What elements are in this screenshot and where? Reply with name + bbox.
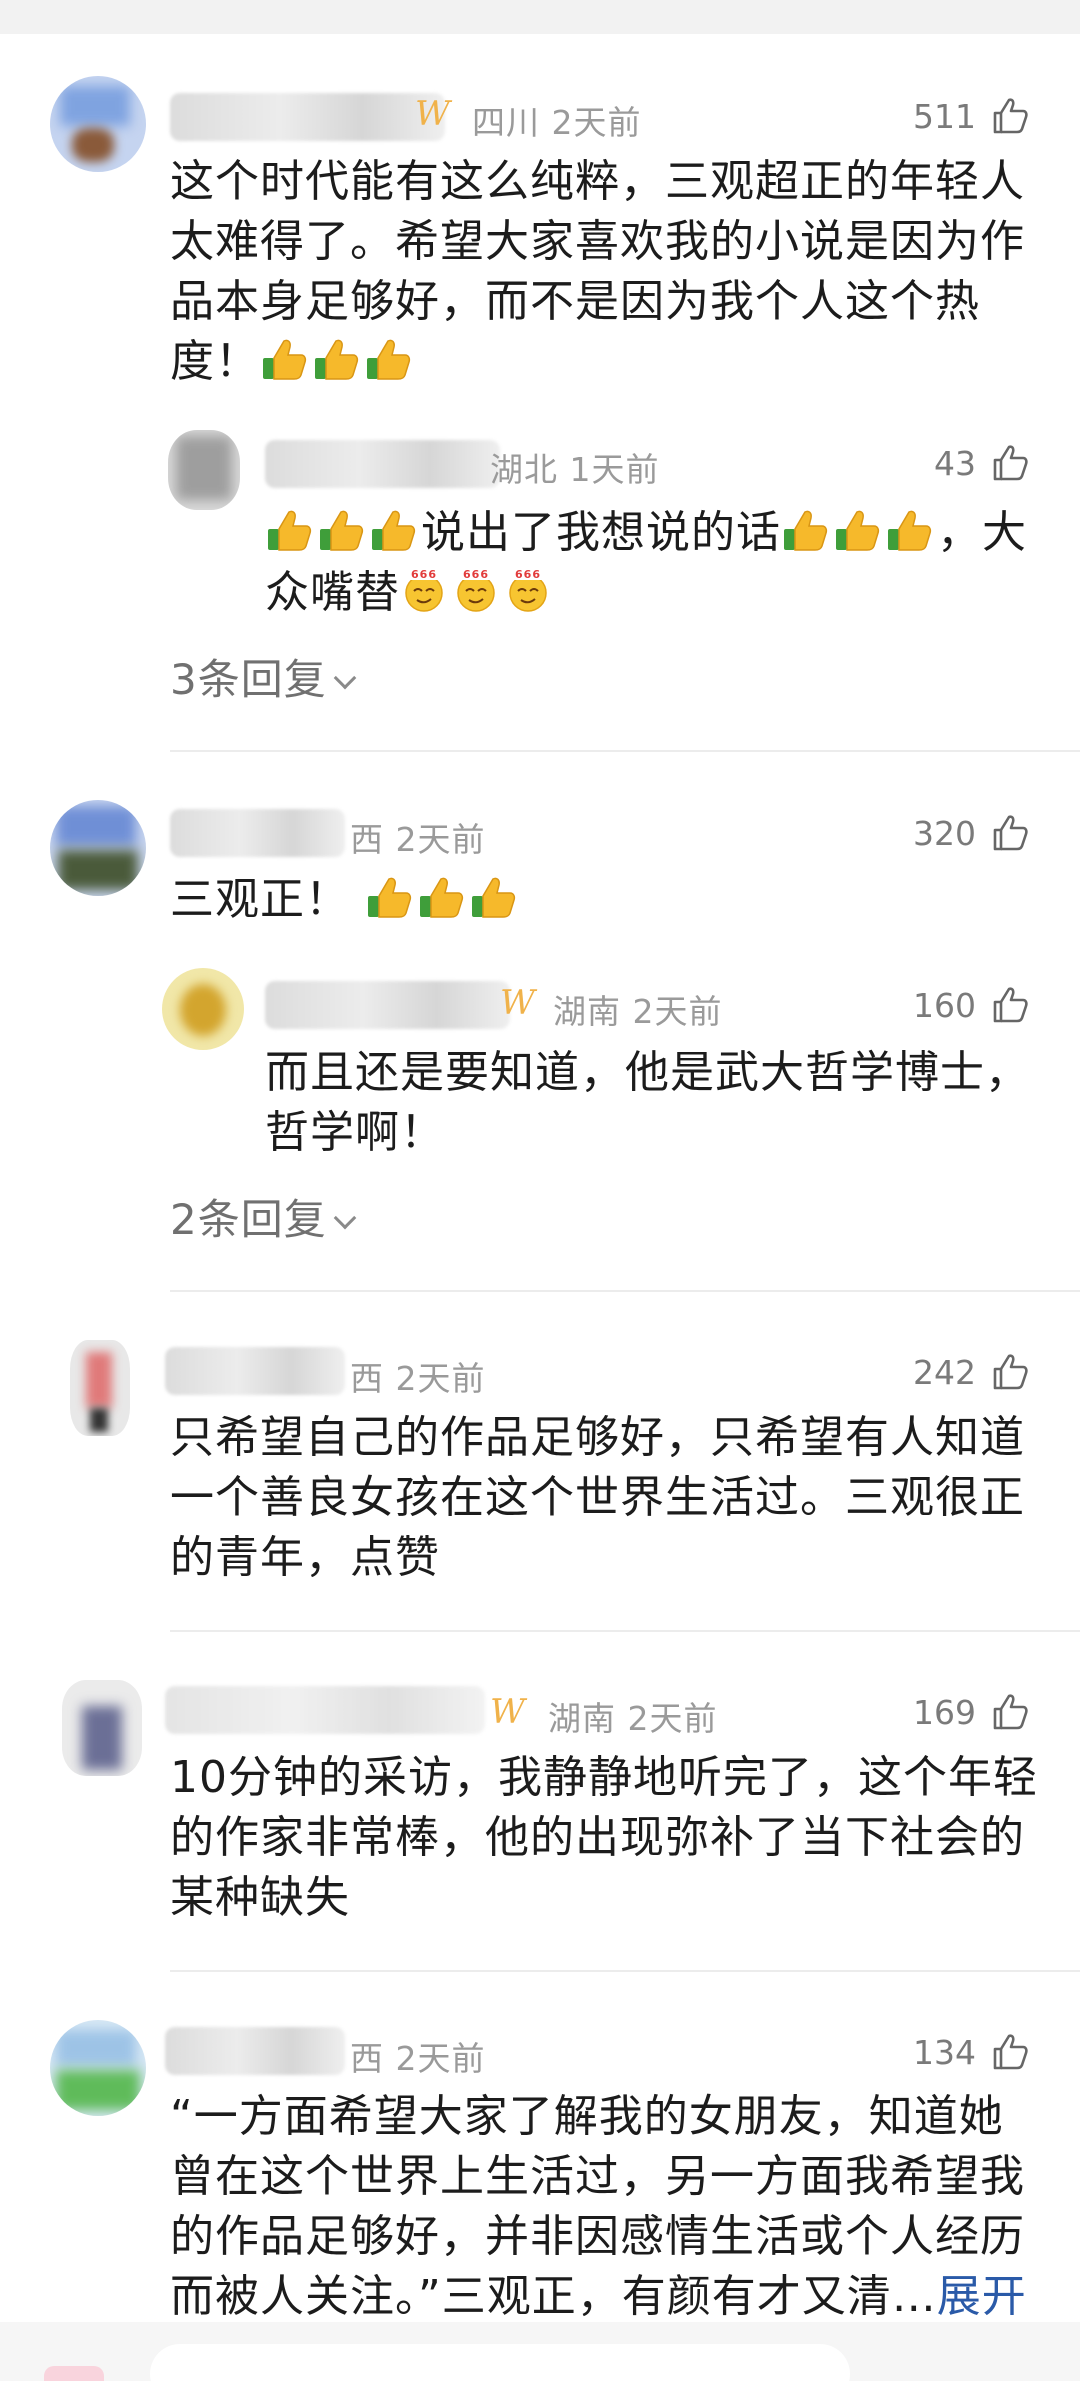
avatar[interactable] bbox=[50, 800, 146, 896]
top-strip bbox=[0, 0, 1080, 34]
thumbs-up-emoji bbox=[469, 874, 517, 920]
like-button[interactable]: 160 bbox=[913, 985, 1030, 1025]
666-emoji bbox=[504, 567, 552, 613]
thumbs-up-emoji bbox=[369, 507, 417, 553]
vip-badge-icon: W bbox=[500, 983, 535, 1023]
thumbs-up-emoji bbox=[885, 507, 933, 553]
thumbs-up-icon bbox=[990, 985, 1030, 1025]
reply-text: 而且还是要知道，他是武大哲学博士，哲学啊！ bbox=[265, 1047, 1030, 1158]
like-button[interactable]: 169 bbox=[913, 1692, 1030, 1732]
like-button[interactable]: 134 bbox=[913, 2032, 1030, 2072]
thumbs-up-icon bbox=[990, 1352, 1030, 1392]
username-blurred[interactable] bbox=[165, 1686, 485, 1734]
comment-meta: 西 2天前 bbox=[350, 820, 486, 859]
emoji-shortcut-icon[interactable] bbox=[44, 2366, 104, 2381]
like-count: 320 bbox=[913, 813, 976, 853]
comment-text: 这个时代能有这么纯粹，三观超正的年轻人太难得了。希望大家喜欢我的小说是因为作品本… bbox=[170, 156, 1025, 387]
comment-meta: 湖南 2天前 bbox=[548, 1699, 718, 1738]
comment-text: “一方面希望大家了解我的女朋友，知道她曾在这个世界上生活过，另一方面我希望我的作… bbox=[170, 2091, 1027, 2322]
view-replies-link[interactable]: 2条回复 bbox=[170, 1186, 357, 1247]
username-blurred[interactable] bbox=[165, 1347, 345, 1395]
username-blurred[interactable] bbox=[170, 93, 445, 141]
thumbs-up-icon bbox=[990, 443, 1030, 483]
avatar[interactable] bbox=[50, 2020, 146, 2116]
username-blurred[interactable] bbox=[265, 981, 510, 1029]
666-emoji bbox=[400, 567, 448, 613]
thumbs-up-icon bbox=[990, 813, 1030, 853]
divider bbox=[170, 1970, 1080, 1972]
like-count: 169 bbox=[913, 1692, 976, 1732]
like-button[interactable]: 320 bbox=[913, 813, 1030, 853]
thumbs-up-emoji bbox=[317, 507, 365, 553]
comment-input[interactable] bbox=[150, 2344, 850, 2381]
username-blurred[interactable] bbox=[165, 2027, 345, 2075]
comment-meta: 四川 2天前 bbox=[472, 103, 642, 142]
avatar[interactable] bbox=[62, 1680, 142, 1776]
comment-meta: 西 2天前 bbox=[350, 2039, 486, 2078]
expand-link[interactable]: 展开 bbox=[937, 2271, 1027, 2322]
username-blurred[interactable] bbox=[170, 809, 345, 857]
reply-meta: 湖南 2天前 bbox=[553, 992, 723, 1031]
bottom-input-bar bbox=[0, 2322, 1080, 2381]
like-button[interactable]: 242 bbox=[913, 1352, 1030, 1392]
divider bbox=[170, 1290, 1080, 1292]
avatar[interactable] bbox=[50, 76, 146, 172]
divider bbox=[170, 1630, 1080, 1632]
view-replies-link[interactable]: 3条回复 bbox=[170, 646, 357, 707]
vip-badge-icon: W bbox=[490, 1692, 525, 1732]
chevron-down-icon bbox=[333, 1206, 357, 1230]
like-button[interactable]: 511 bbox=[913, 96, 1030, 136]
thumbs-up-emoji bbox=[364, 336, 412, 382]
username-blurred[interactable] bbox=[265, 440, 500, 488]
comment-text: 只希望自己的作品足够好，只希望有人知道一个善良女孩在这个世界生活过。三观很正的青… bbox=[170, 1412, 1025, 1583]
666-emoji bbox=[452, 567, 500, 613]
like-button[interactable]: 43 bbox=[934, 443, 1030, 483]
thumbs-up-emoji bbox=[312, 336, 360, 382]
thumbs-up-emoji bbox=[265, 507, 313, 553]
comment-text: 三观正！ bbox=[170, 870, 1040, 930]
thumbs-up-emoji bbox=[260, 336, 308, 382]
thumbs-up-emoji bbox=[833, 507, 881, 553]
vip-badge-icon: W bbox=[415, 94, 450, 134]
like-count: 134 bbox=[913, 2032, 976, 2072]
avatar[interactable] bbox=[162, 968, 244, 1050]
thumbs-up-emoji bbox=[781, 507, 829, 553]
avatar[interactable] bbox=[168, 430, 240, 510]
thumbs-up-icon bbox=[990, 1692, 1030, 1732]
thumbs-up-icon bbox=[990, 96, 1030, 136]
divider bbox=[170, 750, 1080, 752]
avatar[interactable] bbox=[70, 1340, 130, 1436]
reply-text: 说出了我想说的话 ，大众嘴替 bbox=[265, 507, 1027, 618]
like-count: 242 bbox=[913, 1352, 976, 1392]
like-count: 511 bbox=[913, 96, 976, 136]
thumbs-up-icon bbox=[990, 2032, 1030, 2072]
thumbs-up-emoji bbox=[365, 874, 413, 920]
thumbs-up-emoji bbox=[417, 874, 465, 920]
like-count: 160 bbox=[913, 985, 976, 1025]
like-count: 43 bbox=[934, 443, 976, 483]
reply-meta: 湖北 1天前 bbox=[490, 450, 660, 489]
comment-text: 10分钟的采访，我静静地听完了，这个年轻的作家非常棒，他的出现弥补了当下社会的某… bbox=[170, 1752, 1038, 1923]
chevron-down-icon bbox=[333, 666, 357, 690]
comment-meta: 西 2天前 bbox=[350, 1359, 486, 1398]
